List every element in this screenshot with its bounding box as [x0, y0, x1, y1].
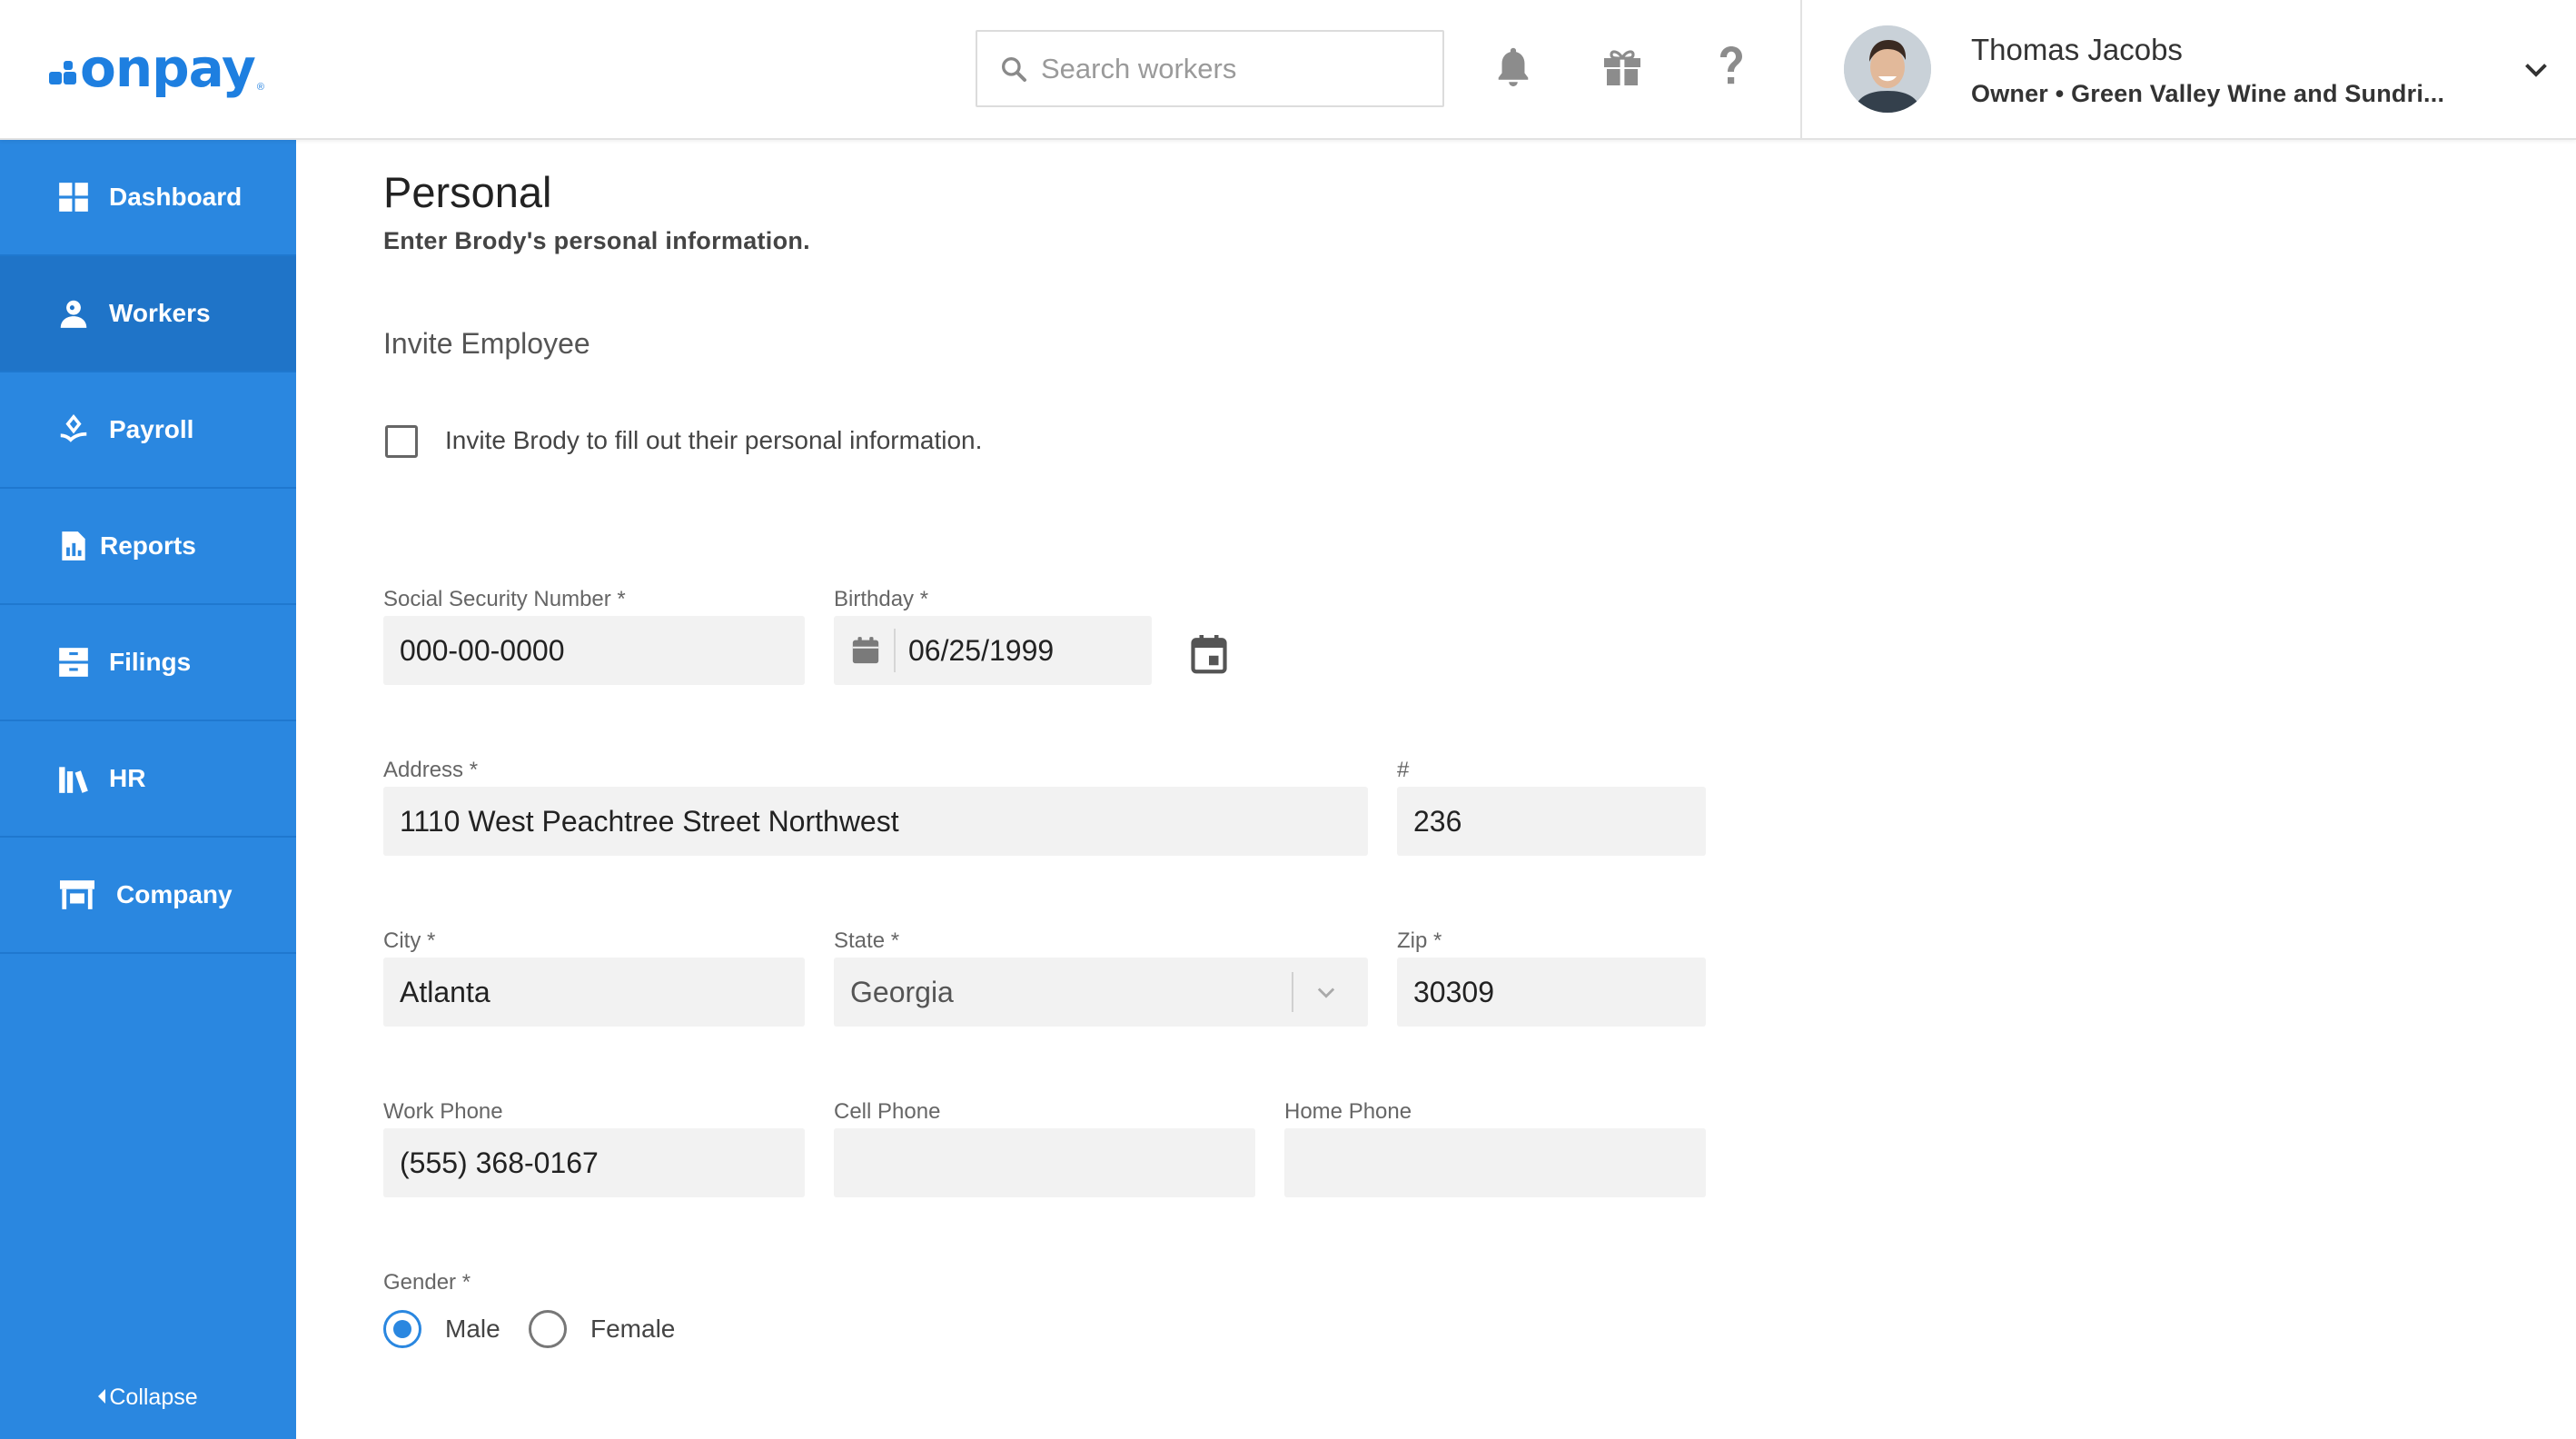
- reports-icon: [62, 531, 85, 561]
- search-icon: [1002, 56, 1026, 82]
- gender-female-label[interactable]: Female: [590, 1315, 675, 1344]
- sidebar-item-label: Reports: [100, 531, 196, 560]
- user-name: Thomas Jacobs: [1971, 33, 2183, 66]
- work-phone-field[interactable]: [383, 1128, 805, 1197]
- hr-icon: [59, 767, 88, 793]
- company-icon: [60, 880, 94, 909]
- home-phone-label: Home Phone: [1284, 1099, 1412, 1124]
- chevron-down-icon[interactable]: [2520, 53, 2552, 85]
- workers-icon: [60, 300, 87, 328]
- sidebar-item-payroll[interactable]: Payroll: [0, 372, 296, 489]
- gender-male-label[interactable]: Male: [445, 1315, 500, 1344]
- help-icon[interactable]: [1704, 40, 1759, 94]
- sidebar-item-company[interactable]: Company: [0, 838, 296, 954]
- sidebar-item-workers[interactable]: Workers: [0, 256, 296, 372]
- chevron-left-icon: [98, 1389, 106, 1404]
- birthday-input[interactable]: [908, 616, 1090, 685]
- birthday-field[interactable]: [834, 616, 1152, 685]
- sidebar-item-label: Company: [116, 880, 233, 908]
- zip-field[interactable]: [1397, 958, 1706, 1027]
- sidebar-item-hr[interactable]: HR: [0, 721, 296, 838]
- state-selected-value: Georgia: [850, 976, 954, 1008]
- sidebar: Dashboard Workers Payroll Reports Filing…: [0, 140, 296, 1439]
- ssn-label: Social Security Number *: [383, 587, 626, 611]
- state-label: State *: [834, 928, 900, 953]
- logo-registered-mark: ®: [256, 82, 264, 93]
- logo-text: onpay: [80, 37, 256, 99]
- gift-icon[interactable]: [1595, 40, 1650, 94]
- birthday-label: Birthday *: [834, 587, 929, 611]
- filings-icon: [59, 648, 88, 677]
- gender-female-radio[interactable]: [529, 1310, 567, 1348]
- calendar-picker-icon[interactable]: [1190, 633, 1228, 675]
- work-phone-label: Work Phone: [383, 1099, 503, 1124]
- calendar-icon: [852, 637, 879, 664]
- collapse-button[interactable]: Collapse: [0, 1384, 296, 1411]
- zip-label: Zip *: [1397, 928, 1442, 953]
- unit-label: #: [1397, 758, 1410, 782]
- dashboard-icon: [59, 183, 88, 212]
- search-input[interactable]: [1041, 52, 1422, 85]
- onpay-logo[interactable]: onpay ®: [49, 36, 264, 100]
- collapse-label: Collapse: [109, 1384, 198, 1410]
- bell-icon[interactable]: [1486, 40, 1541, 94]
- logo-mark: [49, 61, 76, 88]
- chevron-down-icon: [1317, 987, 1335, 998]
- ssn-field[interactable]: [383, 616, 805, 685]
- sidebar-item-label: Workers: [109, 299, 211, 327]
- avatar[interactable]: [1844, 25, 1931, 113]
- sidebar-item-label: HR: [109, 764, 146, 792]
- invite-section-title: Invite Employee: [383, 327, 590, 360]
- sidebar-item-reports[interactable]: Reports: [0, 489, 296, 605]
- search-box[interactable]: [976, 30, 1444, 107]
- sidebar-item-label: Dashboard: [109, 183, 243, 211]
- main-content: Personal Enter Brody's personal informat…: [296, 140, 2576, 1439]
- invite-checkbox[interactable]: [385, 425, 418, 458]
- city-label: City *: [383, 928, 436, 953]
- select-divider: [1292, 972, 1293, 1012]
- gender-male-radio[interactable]: [383, 1310, 421, 1348]
- page-title: Personal: [383, 168, 552, 216]
- user-role: Owner • Green Valley Wine and Sundri...: [1971, 80, 2445, 107]
- city-field[interactable]: [383, 958, 805, 1027]
- home-phone-field[interactable]: [1284, 1128, 1706, 1197]
- top-header: onpay ® Search workers Thomas Jacobs Own…: [0, 0, 2576, 140]
- page-subtitle: Enter Brody's personal information.: [383, 227, 810, 254]
- address-label: Address *: [383, 758, 479, 782]
- user-menu[interactable]: Thomas Jacobs Owner • Green Valley Wine …: [1800, 0, 2576, 138]
- state-select[interactable]: Georgia: [834, 958, 1368, 1027]
- sidebar-item-label: Payroll: [109, 415, 194, 443]
- invite-checkbox-label[interactable]: Invite Brody to fill out their personal …: [445, 426, 982, 455]
- sidebar-item-filings[interactable]: Filings: [0, 605, 296, 721]
- sidebar-item-dashboard[interactable]: Dashboard: [0, 140, 296, 256]
- cell-phone-label: Cell Phone: [834, 1099, 941, 1124]
- sidebar-item-label: Filings: [109, 648, 192, 676]
- payroll-icon: [60, 413, 87, 442]
- cell-phone-field[interactable]: [834, 1128, 1255, 1197]
- gender-label: Gender *: [383, 1270, 471, 1295]
- address-field[interactable]: [383, 787, 1368, 856]
- unit-field[interactable]: [1397, 787, 1706, 856]
- field-divider: [894, 629, 896, 672]
